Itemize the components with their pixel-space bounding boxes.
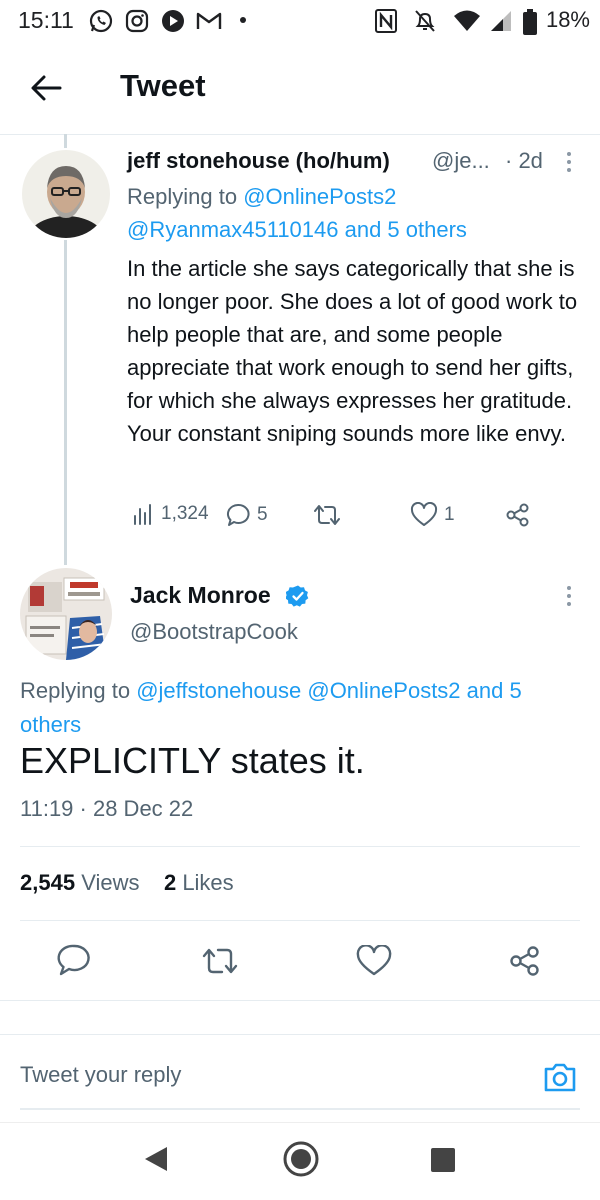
play-icon <box>162 10 184 32</box>
replying-to: Replying to @OnlinePosts2 @Ryanmax451101… <box>127 180 587 246</box>
replying-prefix: Replying to <box>20 678 131 703</box>
reply-icon[interactable] <box>56 943 92 977</box>
divider <box>20 920 580 921</box>
gmail-icon <box>196 12 222 29</box>
author-name[interactable]: Jack Monroe <box>130 582 271 609</box>
page-title: Tweet <box>120 68 206 103</box>
retweet-icon <box>314 505 340 525</box>
thread-connector <box>64 240 67 565</box>
profile-photo-jack <box>20 568 112 660</box>
nav-back-icon[interactable] <box>143 1145 169 1173</box>
nav-recents-icon[interactable] <box>430 1147 456 1173</box>
mention-link[interactable]: @OnlinePosts2 <box>243 184 396 209</box>
dot-icon <box>240 17 246 23</box>
wifi-icon <box>454 10 480 31</box>
verified-badge-icon <box>286 585 309 607</box>
mention-link[interactable]: @Ryanmax45110146 and 5 others <box>127 217 467 242</box>
author-name[interactable]: jeff stonehouse (ho/hum) <box>127 148 390 174</box>
nav-divider <box>0 1122 600 1123</box>
battery-icon <box>523 9 537 35</box>
reply-action[interactable]: 5 <box>225 502 268 528</box>
composer-underline <box>20 1108 580 1110</box>
replying-prefix: Replying to <box>127 184 238 209</box>
back-arrow-icon[interactable] <box>28 70 64 106</box>
divider <box>0 1000 600 1001</box>
reply-icon <box>226 503 250 526</box>
share-action[interactable] <box>505 502 531 528</box>
retweet-icon[interactable] <box>200 945 240 977</box>
share-icon <box>506 503 529 527</box>
nfc-icon <box>375 9 397 33</box>
author-handle[interactable]: @BootstrapCook <box>130 619 298 645</box>
tweet-stats: 2,545 Views 2 Likes <box>20 870 234 896</box>
status-time: 15:11 <box>18 7 74 33</box>
share-icon[interactable] <box>508 944 542 978</box>
replies-count: 5 <box>257 504 268 525</box>
likes-count[interactable]: 2 <box>164 870 176 895</box>
analytics-icon <box>134 504 151 525</box>
views-count: 2,545 <box>20 870 76 895</box>
tweet-timestamp[interactable]: 11:19 · 28 Dec 22 <box>20 796 193 822</box>
camera-icon[interactable] <box>542 1060 578 1094</box>
heart-icon <box>410 502 438 526</box>
replying-to: Replying to @jeffstonehouse @OnlinePosts… <box>20 674 585 742</box>
tweet-text: EXPLICITLY states it. <box>20 740 365 781</box>
divider <box>0 1034 600 1035</box>
author-handle[interactable]: @je... <box>432 148 490 174</box>
status-bar: 15:11 18% <box>0 0 600 42</box>
more-options-icon[interactable] <box>562 148 576 176</box>
avatar[interactable] <box>20 568 112 660</box>
whatsapp-icon <box>89 9 113 33</box>
reply-input[interactable]: Tweet your reply <box>20 1062 181 1088</box>
header-divider <box>0 134 600 135</box>
like-action[interactable]: 1 <box>410 502 455 528</box>
mute-icon <box>415 10 435 32</box>
tweet-text: In the article she says categorically th… <box>127 256 578 446</box>
retweet-action[interactable] <box>312 502 348 528</box>
avatar[interactable] <box>22 150 110 238</box>
tweet-time: · 2d <box>505 148 543 173</box>
more-options-icon[interactable] <box>562 582 576 610</box>
instagram-icon <box>125 9 149 33</box>
battery-percentage: 18% <box>545 7 590 32</box>
views-action[interactable]: 1,324 <box>131 502 209 526</box>
likes-count: 1 <box>444 504 455 525</box>
views-count: 1,324 <box>161 503 209 524</box>
heart-icon[interactable] <box>356 945 392 977</box>
nav-home-icon[interactable] <box>282 1140 320 1178</box>
views-label: Views <box>81 870 140 895</box>
thread-connector-top <box>64 134 67 148</box>
divider <box>20 846 580 847</box>
likes-label[interactable]: Likes <box>182 870 233 895</box>
profile-photo-jeff <box>22 150 110 238</box>
signal-icon <box>491 11 511 31</box>
